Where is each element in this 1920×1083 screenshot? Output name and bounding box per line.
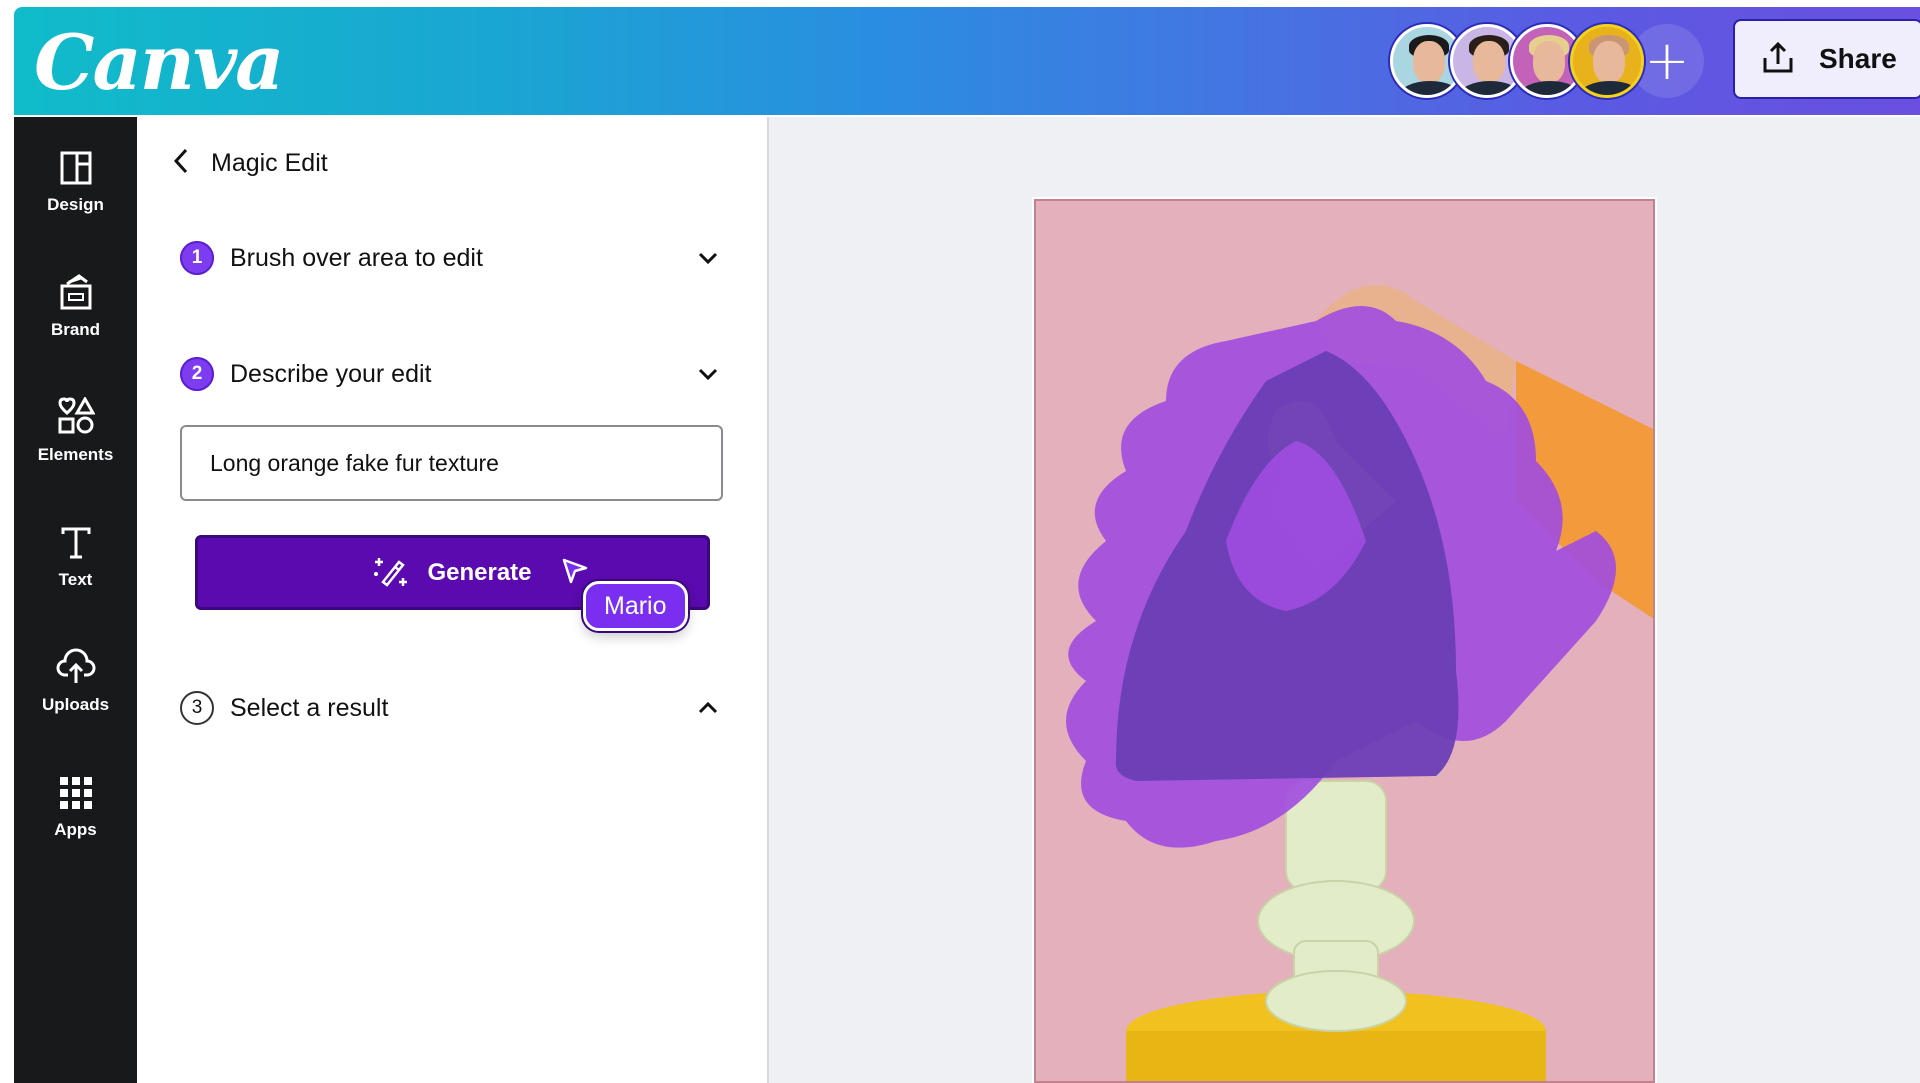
step-number-badge: 3 [180, 691, 214, 725]
sidebar-item-uploads[interactable]: Uploads [14, 641, 137, 741]
sidebar-item-elements[interactable]: Elements [14, 391, 137, 491]
design-page[interactable] [1034, 199, 1655, 1083]
apps-grid-icon [59, 777, 92, 809]
chevron-down-icon[interactable] [696, 362, 720, 386]
generate-label: Generate [427, 558, 532, 586]
text-icon [61, 527, 90, 559]
sidebar-item-brand[interactable]: Brand [14, 266, 137, 366]
shapes-icon [57, 397, 95, 434]
canvas-area [769, 117, 1920, 1083]
canva-editor: Canva + Share Design Brand Elements Text… [0, 0, 1920, 1083]
sidebar-item-design[interactable]: Design [14, 141, 137, 241]
sidebar-item-apps[interactable]: Apps [14, 766, 137, 866]
step-label: Describe your edit [230, 359, 432, 388]
step-label: Brush over area to edit [230, 243, 483, 272]
cloud-upload-icon [56, 648, 95, 683]
yellow-pedestal-body [1126, 1031, 1546, 1081]
plus-icon: + [1644, 29, 1690, 92]
sidebar-item-label: Text [58, 570, 93, 589]
panel-header: Magic Edit [173, 147, 328, 179]
vase [1257, 780, 1415, 1032]
step-number-badge: 2 [180, 357, 214, 391]
step-brush[interactable]: 1 Brush over area to edit [180, 241, 720, 275]
product-photo [1066, 285, 1653, 1081]
step-label: Select a result [230, 693, 389, 722]
edit-description-input[interactable]: Long orange fake fur texture [180, 425, 723, 501]
top-bar: Canva + Share [14, 7, 1920, 115]
collaborator-cursor-label: Mario [583, 581, 688, 631]
sidebar-item-label: Design [47, 195, 104, 214]
avatar-collaborator-4[interactable] [1570, 24, 1644, 98]
sidebar: Design Brand Elements Text Uploads Apps [14, 117, 137, 1083]
chevron-up-icon[interactable] [696, 696, 720, 720]
brand-kit-icon [60, 274, 91, 310]
magic-wand-icon [373, 554, 409, 592]
share-upload-icon [1761, 40, 1795, 78]
panel-title: Magic Edit [211, 148, 328, 177]
sidebar-item-label: Uploads [41, 695, 110, 714]
sidebar-item-text[interactable]: Text [14, 516, 137, 616]
step-select-result[interactable]: 3 Select a result [180, 691, 720, 725]
back-chevron-icon[interactable] [173, 147, 189, 179]
chevron-down-icon[interactable] [696, 246, 720, 270]
layout-icon [60, 151, 91, 185]
collaborator-cursor-icon [561, 557, 589, 589]
sidebar-item-label: Elements [37, 445, 114, 464]
share-button[interactable]: Share [1733, 19, 1920, 99]
share-label: Share [1819, 43, 1897, 74]
collaborator-avatars: + [1390, 21, 1704, 101]
magic-edit-panel: Magic Edit 1 Brush over area to edit 2 D… [137, 117, 767, 1083]
step-describe[interactable]: 2 Describe your edit [180, 357, 720, 391]
sidebar-item-label: Apps [54, 820, 97, 839]
step-number-badge: 1 [180, 241, 214, 275]
canva-logo[interactable]: Canva [34, 15, 284, 111]
sidebar-item-label: Brand [50, 320, 101, 339]
